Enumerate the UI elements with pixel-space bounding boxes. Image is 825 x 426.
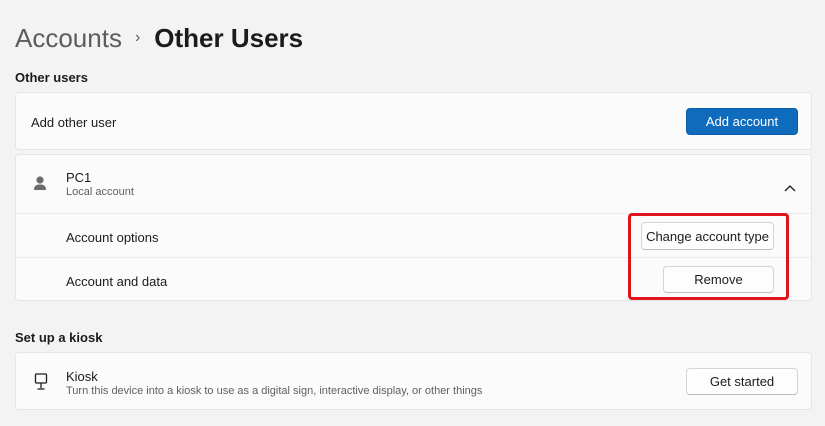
user-account-type: Local account (66, 186, 134, 198)
kiosk-description: Turn this device into a kiosk to use as … (66, 385, 483, 397)
add-other-user-card: Add other user Add account (15, 92, 812, 150)
user-name: PC1 (66, 170, 92, 185)
highlight-annotation (628, 213, 789, 300)
account-and-data-label: Account and data (66, 274, 168, 289)
person-icon (33, 175, 47, 191)
user-header[interactable]: PC1 Local account (16, 155, 811, 213)
settings-page: Accounts › Other Users Other users Add o… (0, 0, 825, 426)
breadcrumb-separator: › (134, 29, 141, 46)
kiosk-icon (34, 373, 48, 391)
kiosk-title: Kiosk (66, 369, 98, 384)
breadcrumb-accounts-link[interactable]: Accounts (15, 23, 122, 54)
add-other-user-label: Add other user (31, 115, 117, 130)
add-account-button[interactable]: Add account (686, 108, 798, 135)
page-title: Other Users (154, 22, 304, 53)
kiosk-card: Kiosk Turn this device into a kiosk to u… (15, 352, 812, 410)
breadcrumb: Accounts › Other Users (15, 20, 303, 56)
get-started-button[interactable]: Get started (686, 368, 798, 395)
chevron-up-icon[interactable] (784, 179, 796, 192)
account-options-label: Account options (66, 230, 159, 245)
other-users-section-title: Other users (15, 70, 88, 85)
kiosk-section-title: Set up a kiosk (15, 330, 103, 345)
